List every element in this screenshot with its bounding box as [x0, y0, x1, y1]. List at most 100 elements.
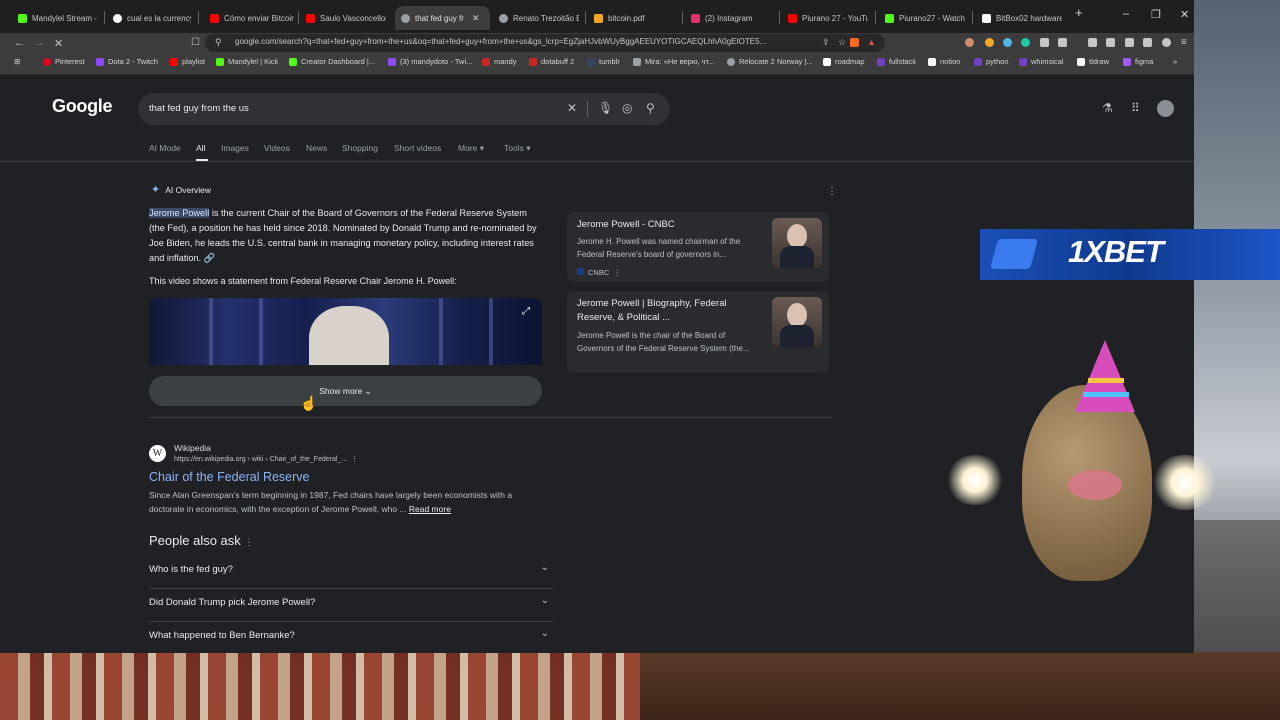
search-icon[interactable]: ⚲ [646, 101, 655, 115]
bookmark-icon[interactable]: ☐ [191, 37, 200, 48]
more-options-icon[interactable]: ⋮ [613, 268, 621, 277]
tab[interactable]: Cómo enviar Bitcoin [210, 6, 294, 30]
extension-icon[interactable] [1058, 38, 1067, 47]
tab-videos[interactable]: Videos [264, 143, 290, 153]
wallet-icon[interactable] [1125, 38, 1134, 47]
search-box[interactable]: that fed guy from the us ✕ 🎙 ◎ ⚲ [138, 93, 670, 125]
tab[interactable]: cual es la currency c [113, 6, 191, 30]
camera-lens-icon[interactable]: ◎ [622, 101, 632, 115]
card-title[interactable]: Jerome Powell - CNBC [577, 218, 762, 232]
card-title[interactable]: Jerome Powell | Biography, Federal Reser… [577, 297, 762, 325]
tab-news[interactable]: News [306, 143, 327, 153]
show-more-button[interactable]: Show more ⌄ [149, 376, 542, 406]
result-site-name[interactable]: Wikipedia [174, 443, 211, 453]
hat-stripe [1088, 378, 1124, 383]
stop-loading-icon[interactable]: ✕ [54, 37, 63, 50]
extension-icon[interactable] [1003, 38, 1012, 47]
menu-icon[interactable]: ≡ [1181, 37, 1187, 48]
tab[interactable]: bitcoin.pdf [594, 6, 676, 30]
tab-ai-mode[interactable]: AI Mode [149, 143, 181, 153]
bookmark-item[interactable]: playlist [170, 57, 205, 66]
tab-tools[interactable]: Tools ▾ [504, 143, 531, 154]
result-url[interactable]: https://en.wikipedia.org › wiki › Chair_… [174, 455, 358, 463]
expand-icon[interactable]: ⤢ [522, 306, 530, 317]
bookmark-item[interactable]: Creator Dashboard |... [289, 57, 375, 66]
warning-icon[interactable]: ▲ [867, 37, 876, 47]
read-more-link[interactable]: Read more [409, 504, 451, 514]
more-options-icon[interactable]: ⋮ [351, 456, 358, 463]
extension-icon[interactable] [965, 38, 974, 47]
link-icon[interactable]: 🔗 [204, 253, 215, 263]
tab-active[interactable]: that fed guy fr ✕ [395, 6, 490, 30]
share-icon[interactable]: ⇪ [822, 37, 830, 48]
tab[interactable]: Piurano27 - Watch [885, 6, 965, 30]
bookmark-item[interactable]: fullstack [877, 57, 916, 66]
bookmark-item[interactable]: python [974, 57, 1009, 66]
microphone-icon[interactable]: 🎙 [598, 101, 613, 115]
star-icon[interactable]: ☆ [838, 37, 846, 48]
tab[interactable]: Renato Trezoitão B [499, 6, 579, 30]
card-thumbnail[interactable] [772, 297, 822, 347]
labs-flask-icon[interactable]: ⚗ [1102, 101, 1113, 115]
bookmark-item[interactable]: Pinterest [43, 57, 85, 66]
extensions-puzzle-icon[interactable] [1040, 38, 1049, 47]
vpn-icon[interactable] [1162, 38, 1171, 47]
media-icon[interactable] [1088, 38, 1097, 47]
apps-grid-icon[interactable]: ⠿ [1131, 101, 1140, 115]
new-tab-icon[interactable]: + [1075, 5, 1083, 20]
apps-icon[interactable]: ⊞ [14, 57, 20, 66]
forward-icon[interactable]: → [34, 37, 45, 49]
restore-icon[interactable]: ❐ [1151, 8, 1161, 21]
more-bookmarks-icon[interactable]: » [1173, 57, 1177, 66]
more-options-icon[interactable]: ⋮ [827, 186, 837, 197]
bookmark-item[interactable]: Mandylel | Kick [216, 57, 278, 66]
brave-shield-icon[interactable] [850, 38, 859, 47]
result-title-link[interactable]: Chair of the Federal Reserve [149, 470, 310, 484]
tab[interactable]: Mandylel Stream - V [18, 6, 98, 30]
paa-question[interactable]: Who is the fed guy? ⌄ [149, 556, 553, 589]
site-info-icon[interactable]: ⚲ [215, 37, 222, 48]
bookmark-item[interactable]: Dota 2 - Twitch [96, 57, 158, 66]
back-icon[interactable]: ← [14, 37, 25, 49]
bookmark-item[interactable]: whimsical [1019, 57, 1064, 66]
bookmark-item[interactable]: tumblr [587, 57, 620, 66]
source-card[interactable]: Jerome Powell | Biography, Federal Reser… [567, 291, 829, 373]
close-window-icon[interactable]: ✕ [1180, 8, 1189, 21]
tab-more[interactable]: More ▾ [458, 143, 484, 154]
sidebar-icon[interactable] [1106, 38, 1115, 47]
leo-icon[interactable] [1143, 38, 1152, 47]
bookmark-item[interactable]: Relocate 2 Norway |... [727, 57, 813, 66]
paa-question[interactable]: What happened to Ben Bernanke? ⌄ [149, 622, 553, 653]
card-thumbnail[interactable] [772, 218, 822, 268]
more-options-icon[interactable]: ⋮ [244, 537, 253, 547]
search-input[interactable]: that fed guy from the us [149, 103, 249, 114]
tab[interactable]: Piurano 27 - YouTu [788, 6, 868, 30]
bookmark-item[interactable]: dotabuff 2 [529, 57, 574, 66]
tab[interactable]: Saulo Vasconcellos [306, 6, 386, 30]
bookmark-item[interactable]: Mira: «Не верю, чт... [633, 57, 714, 66]
highlighted-entity[interactable]: Jerome Powell [149, 208, 210, 218]
bookmark-item[interactable]: figma [1123, 57, 1153, 66]
extension-icon[interactable] [1021, 38, 1030, 47]
clear-icon[interactable]: ✕ [567, 101, 577, 115]
close-tab-icon[interactable]: ✕ [472, 13, 480, 24]
tab-images[interactable]: Images [221, 143, 249, 153]
tab[interactable]: BitBox02 hardware [982, 6, 1062, 30]
bookmark-item[interactable]: (3) mandydoto - Twi... [388, 57, 472, 66]
paa-question[interactable]: Did Donald Trump pick Jerome Powell? ⌄ [149, 589, 553, 622]
tab-shopping[interactable]: Shopping [342, 143, 378, 153]
tab-short-videos[interactable]: Short videos [394, 143, 441, 153]
bookmark-item[interactable]: notion [928, 57, 960, 66]
avatar[interactable] [1157, 100, 1174, 117]
bookmark-item[interactable]: tldraw [1077, 57, 1109, 66]
google-logo[interactable]: Google [52, 96, 113, 117]
tab[interactable]: (2) Instagram [691, 6, 773, 30]
address-bar[interactable]: ⚲ google.com/search?q=that+fed+guy+from+… [205, 34, 885, 52]
extension-icon[interactable] [985, 38, 994, 47]
minimize-icon[interactable]: – [1123, 8, 1129, 20]
bookmark-item[interactable]: roadmap [823, 57, 865, 66]
tab-all[interactable]: All [196, 143, 205, 153]
bookmark-item[interactable]: mandy [482, 57, 517, 66]
video-thumbnail[interactable] [149, 298, 542, 365]
source-card[interactable]: Jerome Powell - CNBC Jerome H. Powell wa… [567, 212, 829, 282]
